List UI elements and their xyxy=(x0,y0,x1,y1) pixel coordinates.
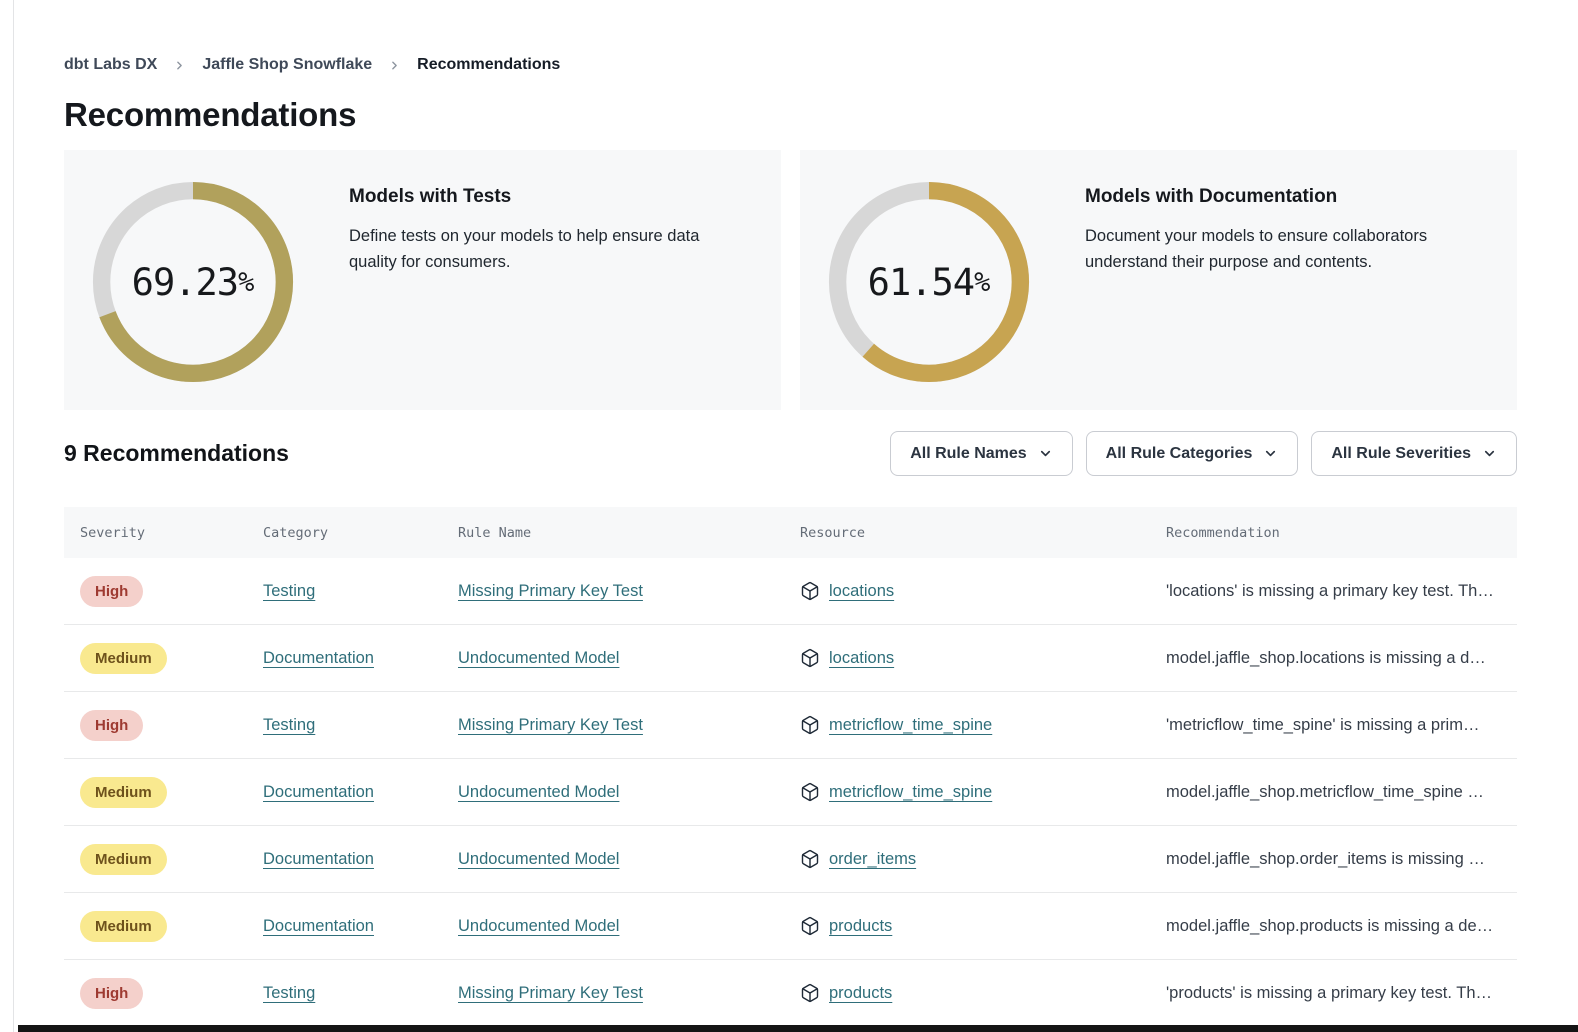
breadcrumb-account-link[interactable]: dbt Labs DX xyxy=(64,56,157,74)
recommendation-text: model.jaffle_shop.products is missing a … xyxy=(1166,917,1517,936)
breadcrumb: dbt Labs DX Jaffle Shop Snowflake Recomm… xyxy=(64,56,1517,74)
recommendation-text: 'metricflow_time_spine' is missing a pri… xyxy=(1166,716,1517,735)
chevron-right-icon xyxy=(173,59,186,72)
model-cube-icon xyxy=(800,849,820,869)
model-cube-icon xyxy=(800,782,820,802)
table-row: High Testing Missing Primary Key Test pr… xyxy=(64,960,1517,1027)
rule-name-link[interactable]: Undocumented Model xyxy=(458,917,619,935)
severity-badge: Medium xyxy=(80,777,167,808)
model-cube-icon xyxy=(800,916,820,936)
resource-link[interactable]: metricflow_time_spine xyxy=(829,716,992,735)
severity-badge: High xyxy=(80,710,143,741)
tests-percent-value: 69.23% xyxy=(82,176,304,388)
metric-cards: 69.23% Models with Tests Define tests on… xyxy=(64,150,1517,410)
rule-name-link[interactable]: Missing Primary Key Test xyxy=(458,716,643,734)
category-link[interactable]: Documentation xyxy=(263,649,374,667)
table-row: High Testing Missing Primary Key Test lo… xyxy=(64,558,1517,625)
category-link[interactable]: Testing xyxy=(263,716,315,734)
rule-name-link[interactable]: Undocumented Model xyxy=(458,850,619,868)
severity-badge: High xyxy=(80,576,143,607)
recommendation-text: model.jaffle_shop.locations is missing a… xyxy=(1166,649,1517,668)
resource-link[interactable]: locations xyxy=(829,649,894,668)
documentation-percent-value: 61.54% xyxy=(818,176,1040,388)
model-cube-icon xyxy=(800,648,820,668)
main-content: dbt Labs DX Jaffle Shop Snowflake Recomm… xyxy=(64,0,1517,1027)
recommendations-table: Severity Category Rule Name Resource Rec… xyxy=(64,507,1517,1027)
table-row: Medium Documentation Undocumented Model … xyxy=(64,826,1517,893)
recommendation-text: model.jaffle_shop.order_items is missing… xyxy=(1166,850,1517,869)
column-header-category: Category xyxy=(263,525,458,541)
severity-badge: Medium xyxy=(80,643,167,674)
breadcrumb-project-link[interactable]: Jaffle Shop Snowflake xyxy=(202,56,372,74)
chevron-down-icon xyxy=(1482,446,1497,461)
resource-link[interactable]: order_items xyxy=(829,850,916,869)
category-link[interactable]: Documentation xyxy=(263,917,374,935)
collapsed-sidebar-edge xyxy=(13,0,14,1032)
filter-label: All Rule Names xyxy=(910,445,1026,463)
rule-severities-filter-dropdown[interactable]: All Rule Severities xyxy=(1311,431,1517,476)
rule-name-link[interactable]: Missing Primary Key Test xyxy=(458,984,643,1002)
rule-categories-filter-dropdown[interactable]: All Rule Categories xyxy=(1086,431,1299,476)
rule-name-link[interactable]: Missing Primary Key Test xyxy=(458,582,643,600)
tests-donut-chart: 69.23% xyxy=(82,176,304,388)
filter-label: All Rule Categories xyxy=(1106,445,1253,463)
severity-badge: High xyxy=(80,978,143,1009)
models-with-tests-card: 69.23% Models with Tests Define tests on… xyxy=(64,150,781,410)
bottom-edge-bar xyxy=(18,1025,1578,1032)
models-with-documentation-card: 61.54% Models with Documentation Documen… xyxy=(800,150,1517,410)
category-link[interactable]: Documentation xyxy=(263,783,374,801)
documentation-donut-chart: 61.54% xyxy=(818,176,1040,388)
recommendation-text: 'products' is missing a primary key test… xyxy=(1166,984,1517,1003)
card-description: Define tests on your models to help ensu… xyxy=(349,223,745,275)
model-cube-icon xyxy=(800,581,820,601)
chevron-down-icon xyxy=(1263,446,1278,461)
filter-label: All Rule Severities xyxy=(1331,445,1471,463)
card-description: Document your models to ensure collabora… xyxy=(1085,223,1481,275)
rule-names-filter-dropdown[interactable]: All Rule Names xyxy=(890,431,1072,476)
severity-badge: Medium xyxy=(80,844,167,875)
chevron-down-icon xyxy=(1038,446,1053,461)
card-title: Models with Documentation xyxy=(1085,186,1481,208)
card-title: Models with Tests xyxy=(349,186,745,208)
category-link[interactable]: Documentation xyxy=(263,850,374,868)
rule-name-link[interactable]: Undocumented Model xyxy=(458,649,619,667)
resource-link[interactable]: products xyxy=(829,984,892,1003)
breadcrumb-current-page: Recommendations xyxy=(417,56,560,74)
severity-badge: Medium xyxy=(80,911,167,942)
filter-bar: All Rule Names All Rule Categories All R… xyxy=(890,431,1517,476)
model-cube-icon xyxy=(800,983,820,1003)
column-header-rule-name: Rule Name xyxy=(458,525,800,541)
table-row: Medium Documentation Undocumented Model … xyxy=(64,759,1517,826)
resource-link[interactable]: products xyxy=(829,917,892,936)
table-header-row: Severity Category Rule Name Resource Rec… xyxy=(64,507,1517,558)
category-link[interactable]: Testing xyxy=(263,984,315,1002)
chevron-right-icon xyxy=(388,59,401,72)
table-row: High Testing Missing Primary Key Test me… xyxy=(64,692,1517,759)
rule-name-link[interactable]: Undocumented Model xyxy=(458,783,619,801)
column-header-recommendation: Recommendation xyxy=(1166,525,1517,541)
recommendation-text: model.jaffle_shop.metricflow_time_spine … xyxy=(1166,783,1517,802)
column-header-resource: Resource xyxy=(800,525,1166,541)
recommendations-count-heading: 9 Recommendations xyxy=(64,440,289,467)
recommendation-text: 'locations' is missing a primary key tes… xyxy=(1166,582,1517,601)
table-row: Medium Documentation Undocumented Model … xyxy=(64,625,1517,692)
category-link[interactable]: Testing xyxy=(263,582,315,600)
resource-link[interactable]: locations xyxy=(829,582,894,601)
column-header-severity: Severity xyxy=(64,525,263,541)
table-row: Medium Documentation Undocumented Model … xyxy=(64,893,1517,960)
page-title: Recommendations xyxy=(64,96,1517,134)
resource-link[interactable]: metricflow_time_spine xyxy=(829,783,992,802)
model-cube-icon xyxy=(800,715,820,735)
